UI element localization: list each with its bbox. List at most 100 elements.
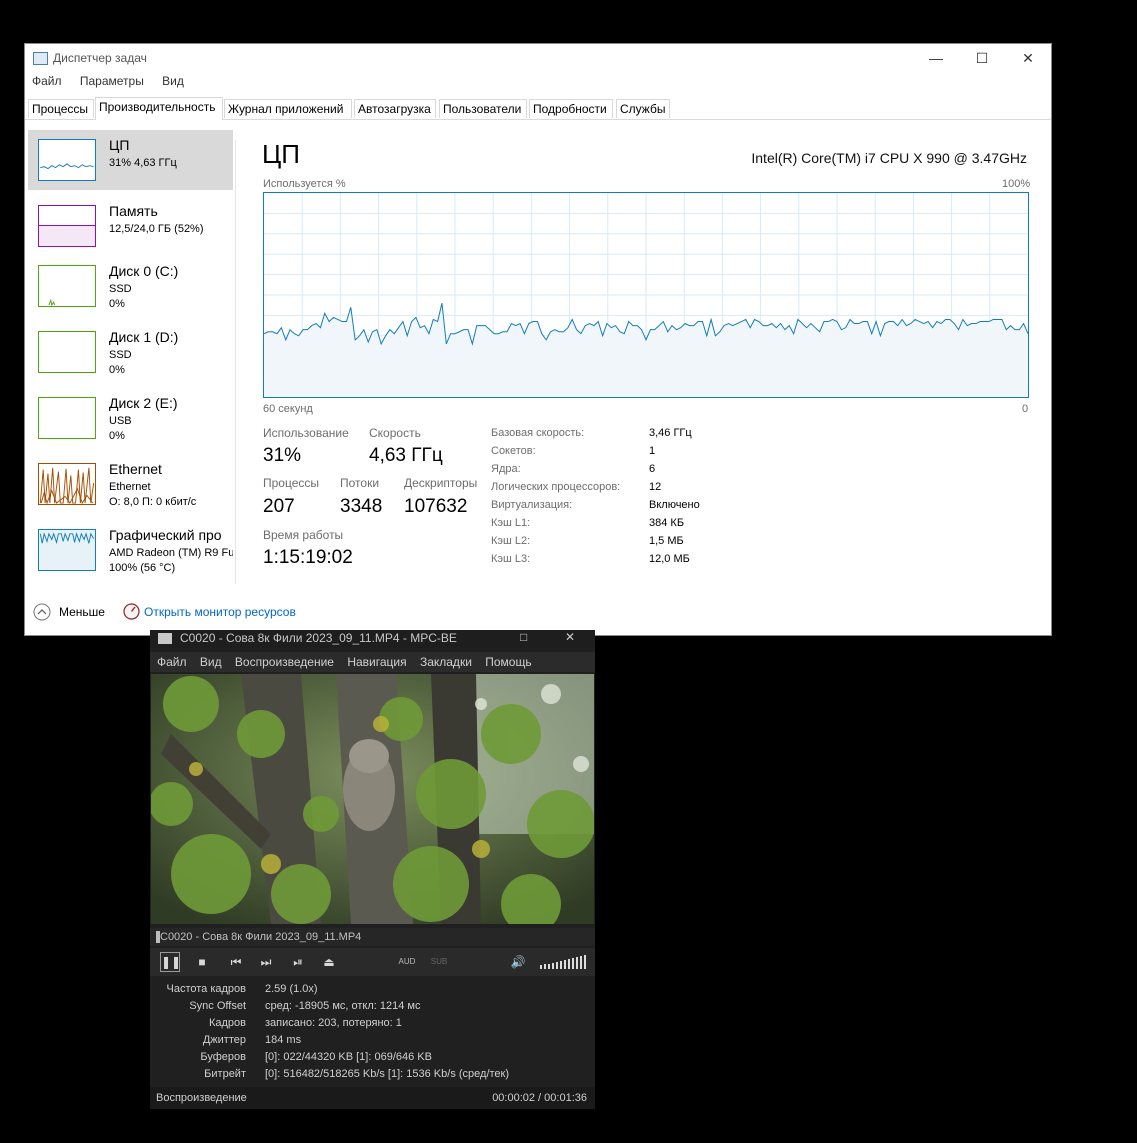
- threads-value: 3348: [340, 496, 383, 517]
- seek-bar[interactable]: C0020 - Сова 8к Фили 2023_09_11.MP4: [150, 928, 595, 946]
- playback-state: Воспроизведение: [156, 1092, 247, 1104]
- threads-label: Потоки: [340, 476, 380, 490]
- info-value: 12: [649, 481, 662, 493]
- stat-value: 2.59 (1.0x): [265, 983, 318, 995]
- tab-users[interactable]: Пользователи: [439, 99, 527, 118]
- info-key: Виртуализация:: [491, 499, 573, 511]
- info-key: Кэш L2:: [491, 535, 531, 547]
- sidebar-item-memory[interactable]: Память 12,5/24,0 ГБ (52%): [28, 196, 233, 256]
- sidebar-item-disk0[interactable]: Диск 0 (C:) SSD 0%: [28, 256, 233, 316]
- menu-options[interactable]: Параметры: [80, 74, 144, 88]
- video-frame-owl[interactable]: [151, 674, 594, 924]
- menu-file[interactable]: Файл: [32, 74, 62, 88]
- task-manager-window: Диспетчер задач — ☐ ✕ Файл Параметры Вид…: [24, 43, 1052, 636]
- usage-value: 31%: [263, 445, 302, 466]
- player-menu-navigate[interactable]: Навигация: [347, 655, 406, 669]
- stat-key: Частота кадров: [166, 983, 247, 995]
- playback-statistics: Частота кадров 2.59 (1.0x) Sync Offset с…: [150, 980, 595, 1084]
- sidebar-item-disk2[interactable]: Диск 2 (E:) USB 0%: [28, 388, 233, 448]
- graph-min-label: 0: [1022, 403, 1029, 415]
- player-menu-playback[interactable]: Воспроизведение: [235, 655, 334, 669]
- info-key: Сокетов:: [491, 445, 536, 457]
- handles-label: Дескрипторы: [404, 476, 478, 490]
- disk2-thumbnail-graph: [38, 397, 96, 439]
- processes-value: 207: [263, 496, 295, 517]
- stat-key: Буферов: [200, 1051, 246, 1063]
- maximize-button[interactable]: ☐: [959, 44, 1005, 72]
- menu-bar: Файл Параметры Вид: [25, 74, 192, 94]
- player-menu-file[interactable]: Файл: [157, 655, 187, 669]
- player-minimize-button[interactable]: □: [520, 630, 527, 644]
- volume-slider[interactable]: [539, 954, 587, 970]
- next-button[interactable]: ⏭: [256, 952, 276, 972]
- tab-performance[interactable]: Производительность: [95, 97, 223, 120]
- audio-track-button[interactable]: AUD: [396, 952, 418, 972]
- disk1-thumbnail-graph: [38, 331, 96, 373]
- open-resource-monitor-link[interactable]: Открыть монитор ресурсов: [144, 605, 296, 619]
- tab-details[interactable]: Подробности: [529, 99, 613, 118]
- tab-processes[interactable]: Процессы: [28, 99, 94, 118]
- stop-button[interactable]: ■: [192, 952, 212, 972]
- sidebar-detail: SSD: [109, 349, 132, 361]
- tab-services[interactable]: Службы: [616, 99, 670, 118]
- cpu-usage-graph: [263, 192, 1029, 398]
- info-key: Логических процессоров:: [491, 481, 621, 493]
- sidebar-detail-2: О: 8,0 П: 0 кбит/с: [109, 496, 197, 508]
- player-title-bar[interactable]: C0020 - Сова 8к Фили 2023_09_11.MP4 - MP…: [150, 630, 595, 648]
- ethernet-thumbnail-graph: [38, 463, 96, 505]
- tab-app-history[interactable]: Журнал приложений: [224, 99, 352, 118]
- uptime-label: Время работы: [263, 528, 344, 542]
- tab-startup[interactable]: Автозагрузка: [354, 99, 436, 118]
- info-key: Кэш L1:: [491, 517, 531, 529]
- sidebar-name: Диск 0 (C:): [109, 263, 179, 279]
- media-player-window: C0020 - Сова 8к Фили 2023_09_11.MP4 - MP…: [150, 630, 595, 1109]
- minimize-button[interactable]: —: [913, 44, 959, 72]
- player-menu-help[interactable]: Помощь: [485, 655, 531, 669]
- stat-key: Sync Offset: [189, 1000, 246, 1012]
- info-value: 3,46 ГГц: [649, 427, 692, 439]
- title-bar[interactable]: Диспетчер задач — ☐ ✕: [25, 44, 1051, 72]
- sidebar-name: Диск 1 (D:): [109, 329, 179, 345]
- player-status-bar: Воспроизведение 00:00:02 / 00:01:36: [150, 1087, 595, 1109]
- usage-label: Использование: [263, 426, 349, 440]
- sidebar-name: Ethernet: [109, 461, 162, 477]
- sidebar-name: Графический про: [109, 527, 222, 543]
- sidebar-item-disk1[interactable]: Диск 1 (D:) SSD 0%: [28, 322, 233, 382]
- fewer-details-link[interactable]: Меньше: [59, 605, 105, 619]
- frame-step-button[interactable]: ⏯: [288, 952, 308, 972]
- volume-icon[interactable]: 🔊: [508, 952, 528, 972]
- close-button[interactable]: ✕: [1005, 44, 1051, 72]
- resource-monitor-icon: [123, 603, 140, 620]
- handles-value: 107632: [404, 496, 468, 517]
- sidebar-name: Память: [109, 203, 158, 219]
- cpu-model: Intel(R) Core(TM) i7 CPU X 990 @ 3.47GHz: [751, 150, 1027, 166]
- sidebar-detail-2: 100% (56 °C): [109, 562, 176, 574]
- previous-button[interactable]: ⏮: [226, 952, 246, 972]
- player-menu-view[interactable]: Вид: [200, 655, 222, 669]
- sidebar-item-gpu[interactable]: Графический про AMD Radeon (TM) R9 Fu 10…: [28, 520, 233, 580]
- sidebar-name: Диск 2 (E:): [109, 395, 178, 411]
- subtitle-track-button[interactable]: SUB: [428, 952, 450, 972]
- sidebar-item-cpu[interactable]: ЦП 31% 4,63 ГГц: [28, 130, 233, 190]
- chevron-up-icon[interactable]: [33, 603, 51, 621]
- info-value: 1,5 МБ: [649, 535, 684, 547]
- sidebar-item-ethernet[interactable]: Ethernet Ethernet О: 8,0 П: 0 кбит/с: [28, 454, 233, 514]
- tab-bar: Процессы Производительность Журнал прило…: [25, 97, 1051, 120]
- menu-view[interactable]: Вид: [162, 74, 184, 88]
- gpu-thumbnail-graph: [38, 529, 96, 571]
- sidebar-detail: USB: [109, 415, 132, 427]
- pause-button[interactable]: ❚❚: [160, 952, 181, 972]
- player-title: C0020 - Сова 8к Фили 2023_09_11.MP4 - MP…: [180, 631, 460, 645]
- memory-thumbnail-graph: [38, 205, 96, 247]
- eject-button[interactable]: ⏏: [319, 952, 339, 972]
- graph-max-label: 100%: [1002, 178, 1031, 190]
- info-key: Кэш L3:: [491, 553, 531, 565]
- stat-value: [0]: 516482/518265 Kb/s [1]: 1536 Kb/s (…: [265, 1068, 510, 1080]
- stat-value: [0]: 022/44320 KB [1]: 069/646 KB: [265, 1051, 432, 1063]
- player-menu-bookmarks[interactable]: Закладки: [420, 655, 472, 669]
- stat-value: 184 ms: [265, 1034, 302, 1046]
- info-key: Базовая скорость:: [491, 427, 585, 439]
- info-value: 1: [649, 445, 656, 457]
- player-close-button[interactable]: ✕: [565, 630, 575, 644]
- uptime-value: 1:15:19:02: [263, 547, 353, 568]
